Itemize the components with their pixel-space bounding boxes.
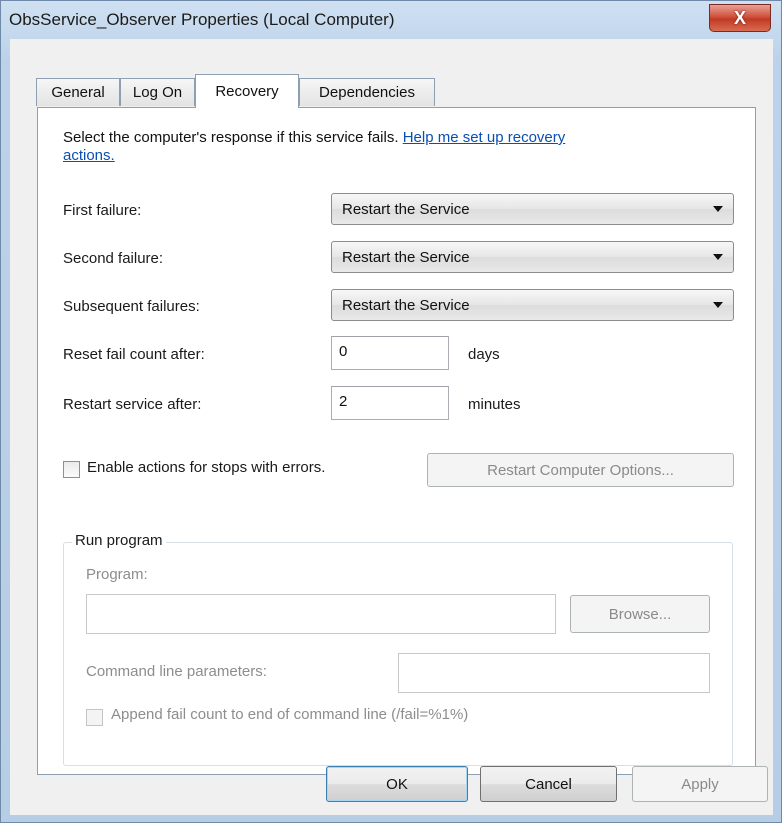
tab-dependencies[interactable]: Dependencies <box>299 78 435 106</box>
restart-service-input[interactable]: 2 <box>331 386 449 420</box>
title-bar[interactable]: ObsService_Observer Properties (Local Co… <box>1 1 781 39</box>
recovery-tab-panel: Select the computer's response if this s… <box>37 107 756 775</box>
subsequent-failures-label: Subsequent failures: <box>63 298 200 315</box>
first-failure-dropdown[interactable]: Restart the Service <box>331 193 734 225</box>
first-failure-label: First failure: <box>63 202 142 219</box>
second-failure-label: Second failure: <box>63 250 164 267</box>
append-fail-count-checkbox[interactable] <box>86 709 103 726</box>
run-program-group-title: Run program <box>72 532 166 549</box>
properties-window: ObsService_Observer Properties (Local Co… <box>0 0 782 823</box>
second-failure-value: Restart the Service <box>342 249 470 266</box>
reset-days-unit: days <box>468 346 500 363</box>
append-fail-count-label[interactable]: Append fail count to end of command line… <box>111 706 468 723</box>
chevron-down-icon <box>713 302 723 308</box>
command-line-parameters-input[interactable] <box>398 653 710 693</box>
intro-text: Select the computer's response if this s… <box>63 129 565 165</box>
help-recovery-link-continued[interactable]: actions. <box>63 147 115 164</box>
restart-service-value: 2 <box>339 393 348 410</box>
tab-general[interactable]: General <box>36 78 120 106</box>
tab-log-on[interactable]: Log On <box>120 78 195 106</box>
tab-recovery[interactable]: Recovery <box>195 74 299 108</box>
run-program-group: Run program Program: Browse... Command l… <box>63 532 733 766</box>
first-failure-value: Restart the Service <box>342 201 470 218</box>
window-title: ObsService_Observer Properties (Local Co… <box>9 10 395 29</box>
ok-button[interactable]: OK <box>326 766 468 802</box>
browse-button[interactable]: Browse... <box>570 595 710 633</box>
command-line-parameters-label: Command line parameters: <box>86 663 267 680</box>
program-input[interactable] <box>86 594 556 634</box>
close-button[interactable]: X <box>709 4 771 32</box>
intro-label: Select the computer's response if this s… <box>63 129 403 146</box>
close-icon: X <box>733 7 746 28</box>
restart-minutes-unit: minutes <box>468 396 521 413</box>
program-label: Program: <box>86 566 148 583</box>
chevron-down-icon <box>713 254 723 260</box>
subsequent-failures-dropdown[interactable]: Restart the Service <box>331 289 734 321</box>
subsequent-failures-value: Restart the Service <box>342 297 470 314</box>
enable-actions-checkbox[interactable] <box>63 461 80 478</box>
restart-computer-options-button[interactable]: Restart Computer Options... <box>427 453 734 487</box>
reset-fail-count-input[interactable]: 0 <box>331 336 449 370</box>
dialog-client-area: General Log On Recovery Dependencies Sel… <box>10 39 773 815</box>
restart-service-label: Restart service after: <box>63 396 202 413</box>
reset-fail-count-value: 0 <box>339 343 348 360</box>
apply-button[interactable]: Apply <box>632 766 768 802</box>
enable-actions-label[interactable]: Enable actions for stops with errors. <box>87 459 325 476</box>
help-recovery-link[interactable]: Help me set up recovery <box>403 129 566 146</box>
reset-fail-count-label: Reset fail count after: <box>63 346 205 363</box>
chevron-down-icon <box>713 206 723 212</box>
cancel-button[interactable]: Cancel <box>480 766 617 802</box>
second-failure-dropdown[interactable]: Restart the Service <box>331 241 734 273</box>
